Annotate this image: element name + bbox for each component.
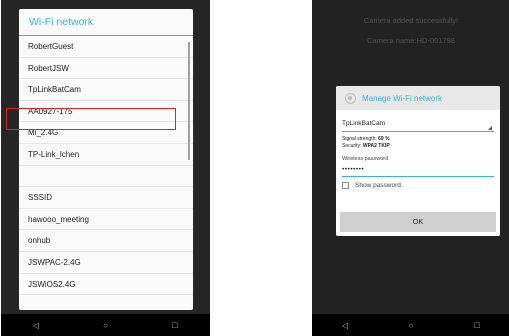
- manage-dialog-header: Manage Wi-Fi network: [336, 86, 500, 110]
- ssid-selected-value: TpLinkBatCam: [342, 120, 385, 127]
- network-item[interactable]: onhub: [19, 230, 193, 252]
- network-item[interactable]: RobertJSW: [19, 58, 193, 80]
- dropdown-caret-icon: [488, 126, 492, 130]
- wifi-icon: [345, 92, 356, 104]
- security-label: Security:: [342, 143, 363, 149]
- network-item[interactable]: TP-Link_lchen: [19, 144, 193, 166]
- toast-camera-added: Camera added successfully!: [363, 16, 459, 25]
- scrollbar[interactable]: [188, 42, 190, 160]
- wifi-dialog-title: Wi-Fi network: [19, 9, 193, 36]
- network-item[interactable]: RobertGuest: [19, 36, 193, 58]
- manage-wifi-dialog: Manage Wi-Fi network TpLinkBatCam Signal…: [336, 86, 500, 236]
- security-value: WPA2 TKIP: [362, 143, 390, 149]
- network-list: RobertGuest RobertJSW TpLinkBatCam AA092…: [19, 36, 193, 296]
- toast-camera-name: Camera name:HD-001798: [367, 36, 455, 45]
- network-item[interactable]: JSWiOS2.4G: [19, 274, 193, 296]
- home-icon[interactable]: ○: [401, 321, 421, 330]
- network-item[interactable]: SSSID: [19, 187, 193, 209]
- phone-screen-left: Wi-Fi network RobertGuest RobertJSW TpLi…: [1, 0, 210, 336]
- recent-apps-icon[interactable]: □: [165, 320, 185, 330]
- password-input[interactable]: ••••••••: [342, 165, 494, 177]
- show-password-checkbox[interactable]: [342, 182, 349, 189]
- network-item[interactable]: TpLinkBatCam: [19, 79, 193, 101]
- manage-dialog-title: Manage Wi-Fi network: [362, 93, 443, 103]
- network-item-empty[interactable]: [19, 166, 193, 188]
- signal-strength-value: 69 %: [378, 136, 390, 142]
- signal-strength-info: Signal strength: 69 % Security: WPA2 TKI…: [342, 136, 494, 150]
- home-icon[interactable]: ○: [95, 321, 115, 330]
- back-icon[interactable]: ◁: [26, 321, 46, 330]
- android-navbar: ◁ ○ □: [312, 314, 509, 336]
- android-navbar: ◁ ○ □: [1, 314, 210, 336]
- password-label: Wireless password: [342, 156, 389, 162]
- phone-screen-right: Camera added successfully! Camera name:H…: [312, 0, 509, 336]
- recent-apps-icon[interactable]: □: [467, 320, 487, 330]
- signal-strength-label: Signal strength:: [342, 136, 379, 142]
- show-password-row[interactable]: Show password.: [342, 182, 494, 189]
- wifi-network-dialog: Wi-Fi network RobertGuest RobertJSW TpLi…: [19, 9, 193, 310]
- network-item[interactable]: JSWPAC-2.4G: [19, 252, 193, 274]
- highlight-annotation-box: [6, 108, 176, 130]
- show-password-label: Show password.: [355, 182, 403, 189]
- ok-button[interactable]: OK: [340, 212, 496, 232]
- network-item[interactable]: hawooo_meeting: [19, 209, 193, 231]
- back-icon[interactable]: ◁: [335, 321, 355, 330]
- ssid-dropdown[interactable]: TpLinkBatCam: [342, 118, 494, 132]
